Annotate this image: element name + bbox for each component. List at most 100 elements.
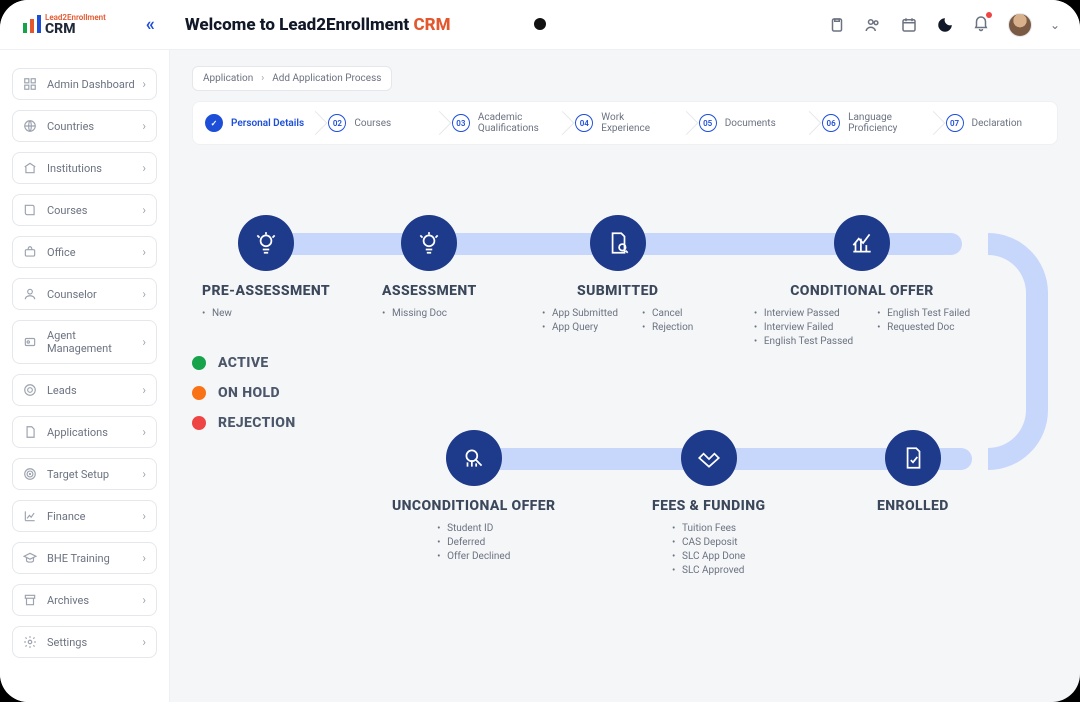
- sidebar-item-office[interactable]: Office›: [12, 236, 157, 268]
- sidebar-item-label: Leads: [47, 384, 77, 397]
- sidebar-item-label: Admin Dashboard: [47, 78, 135, 91]
- step-number: 03: [452, 114, 470, 132]
- node-item: Deferred: [437, 537, 510, 548]
- sidebar-item-label: BHE Training: [47, 552, 110, 565]
- legend-active: ACTIVE: [192, 355, 296, 371]
- step-language-proficiency[interactable]: 06 Language Proficiency: [810, 102, 933, 144]
- document-check-icon: [885, 430, 941, 486]
- legend-rejection: REJECTION: [192, 415, 296, 431]
- sidebar-item-label: Archives: [47, 594, 89, 607]
- legend-dot: [192, 416, 206, 430]
- step-label: Language Proficiency: [848, 112, 921, 134]
- step-number: 02: [328, 114, 346, 132]
- chart-icon: [23, 509, 37, 523]
- step-number: 05: [699, 114, 717, 132]
- step-number: 07: [946, 114, 964, 132]
- step-work-experience[interactable]: 04 Work Experience: [563, 102, 686, 144]
- topbar: Lead2Enrollment CRM « Welcome to Lead2En…: [0, 0, 1080, 50]
- document-icon: [23, 425, 37, 439]
- node-title: SUBMITTED: [577, 283, 658, 299]
- welcome-prefix: Welcome to Lead2Enrollment: [185, 15, 414, 35]
- sidebar-item-bhe-training[interactable]: BHE Training›: [12, 542, 157, 574]
- node-item: App Query: [542, 322, 618, 333]
- step-documents[interactable]: 05 Documents: [687, 102, 810, 144]
- sidebar-item-courses[interactable]: Courses›: [12, 194, 157, 226]
- notification-dot: [986, 12, 992, 18]
- node-item: CAS Deposit: [672, 537, 745, 548]
- step-label: Courses: [354, 118, 391, 129]
- node-item: App Submitted: [542, 308, 618, 319]
- node-title: ENROLLED: [877, 498, 949, 514]
- sidebar-item-label: Counselor: [47, 288, 97, 301]
- graduation-icon: [23, 551, 37, 565]
- sidebar-collapse-icon[interactable]: «: [146, 14, 155, 35]
- archive-icon: [23, 593, 37, 607]
- legend-on-hold: ON HOLD: [192, 385, 296, 401]
- user-menu-caret[interactable]: ⌄: [1050, 18, 1060, 32]
- building-icon: [23, 161, 37, 175]
- node-item: Interview Failed: [754, 322, 853, 333]
- step-academic-qualifications[interactable]: 03 Academic Qualifications: [440, 102, 563, 144]
- sidebar-item-agent-management[interactable]: Agent Management›: [12, 320, 157, 364]
- calendar-icon[interactable]: [900, 16, 918, 34]
- sidebar-item-label: Finance: [47, 510, 85, 523]
- sidebar-item-label: Target Setup: [47, 468, 109, 481]
- theme-toggle-icon[interactable]: [936, 16, 954, 34]
- node-item: Cancel: [642, 308, 693, 319]
- sidebar-item-settings[interactable]: Settings›: [12, 626, 157, 658]
- step-personal-details[interactable]: ✓ Personal Details: [193, 102, 316, 144]
- node-item: Rejection: [642, 322, 693, 333]
- sidebar-item-leads[interactable]: Leads›: [12, 374, 157, 406]
- node-item: Requested Doc: [877, 322, 970, 333]
- node-item: Interview Passed: [754, 308, 853, 319]
- node-title: FEES & FUNDING: [652, 498, 765, 514]
- step-label: Work Experience: [601, 112, 674, 134]
- step-label: Declaration: [972, 118, 1023, 129]
- sidebar-item-applications[interactable]: Applications›: [12, 416, 157, 448]
- badge-icon: [23, 335, 37, 349]
- sidebar-item-admin-dashboard[interactable]: Admin Dashboard›: [12, 68, 157, 100]
- step-number: 06: [822, 114, 840, 132]
- sidebar-item-label: Agent Management: [47, 329, 142, 355]
- node-item: Offer Declined: [437, 551, 510, 562]
- gear-icon: [23, 635, 37, 649]
- sidebar-item-finance[interactable]: Finance›: [12, 500, 157, 532]
- sidebar-item-institutions[interactable]: Institutions›: [12, 152, 157, 184]
- legend: ACTIVE ON HOLD REJECTION: [192, 355, 296, 431]
- breadcrumb-leaf: Add Application Process: [272, 73, 381, 84]
- legend-dot: [192, 386, 206, 400]
- step-declaration[interactable]: 07 Declaration: [934, 102, 1057, 144]
- node-assessment: ASSESSMENT Missing Doc: [382, 215, 477, 322]
- sidebar-item-archives[interactable]: Archives›: [12, 584, 157, 616]
- avatar[interactable]: [1008, 13, 1032, 37]
- breadcrumb: Application › Add Application Process: [192, 66, 392, 91]
- bullseye-icon: [23, 467, 37, 481]
- step-label: Academic Qualifications: [478, 112, 551, 134]
- node-title: CONDITIONAL OFFER: [790, 283, 934, 299]
- node-item: SLC App Done: [672, 551, 745, 562]
- step-courses[interactable]: 02 Courses: [316, 102, 439, 144]
- sidebar-item-label: Settings: [47, 636, 87, 649]
- content: Application › Add Application Process ✓ …: [170, 50, 1080, 702]
- globe-icon: [23, 119, 37, 133]
- sidebar-item-target-setup[interactable]: Target Setup›: [12, 458, 157, 490]
- book-icon: [23, 203, 37, 217]
- handshake-icon: [681, 430, 737, 486]
- node-item: English Test Passed: [754, 336, 853, 347]
- sidebar-item-counselor[interactable]: Counselor›: [12, 278, 157, 310]
- sidebar-item-countries[interactable]: Countries›: [12, 110, 157, 142]
- node-item: Student ID: [437, 523, 510, 534]
- document-search-icon: [590, 215, 646, 271]
- brand-line2: CRM: [45, 22, 106, 36]
- clipboard-icon[interactable]: [828, 16, 846, 34]
- lightbulb-icon: [238, 215, 294, 271]
- step-label: Documents: [725, 118, 776, 129]
- node-enrolled: ENROLLED: [877, 430, 949, 514]
- sidebar-item-label: Applications: [47, 426, 108, 439]
- users-icon[interactable]: [864, 16, 882, 34]
- legend-label: REJECTION: [218, 415, 296, 431]
- notifications-button[interactable]: [972, 14, 990, 36]
- sidebar-item-label: Institutions: [47, 162, 102, 175]
- breadcrumb-root[interactable]: Application: [203, 73, 253, 84]
- node-pre-assessment: PRE-ASSESSMENT New: [202, 215, 330, 322]
